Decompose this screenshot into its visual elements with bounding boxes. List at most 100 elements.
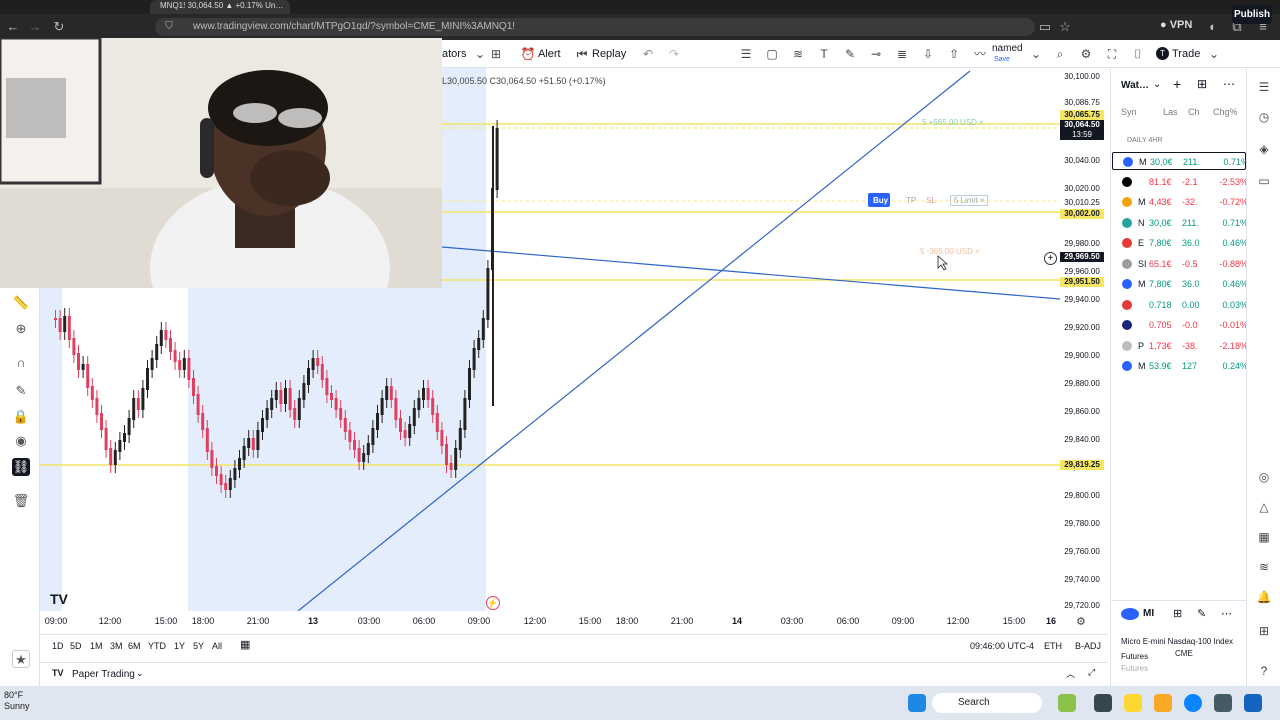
range-button[interactable]: 6M <box>128 641 141 651</box>
range-button[interactable]: All <box>212 641 222 651</box>
zoom-in-icon[interactable]: ⊕ <box>12 320 30 338</box>
layout-icon[interactable]: ⊞ <box>1197 77 1207 91</box>
chevron-down-icon[interactable]: ⌄ <box>1028 46 1044 62</box>
gear-icon[interactable]: ⚙ <box>1076 615 1086 628</box>
trade-button[interactable]: Trade <box>1172 46 1200 62</box>
lock-icon[interactable]: 🔒 <box>12 408 30 426</box>
watchlist-title[interactable]: Wat… <box>1121 80 1149 91</box>
add-order-plus-icon[interactable]: + <box>1044 252 1057 265</box>
session-toggle[interactable]: ETH <box>1044 641 1062 651</box>
search-icon[interactable]: ⌕ <box>1052 46 1068 62</box>
chevron-down-icon[interactable]: ⌄ <box>472 46 488 62</box>
details-symbol[interactable]: MI <box>1143 608 1154 619</box>
more-icon[interactable]: ⋯ <box>1221 607 1232 620</box>
weather-widget[interactable]: 80°F Sunny <box>4 690 30 712</box>
layout-name[interactable]: named <box>992 43 1023 55</box>
pyramid-icon[interactable]: △ <box>1255 498 1273 516</box>
alerts-clock-icon[interactable]: ◷ <box>1255 108 1273 126</box>
section-header[interactable]: DAILY 4HR <box>1127 137 1163 144</box>
range-button[interactable]: YTD <box>148 641 166 651</box>
wallet-icon[interactable]: ◐ <box>1204 18 1222 36</box>
link-icon[interactable]: ⛓ <box>12 458 30 476</box>
range-button[interactable]: 1Y <box>174 641 185 651</box>
edit-icon[interactable]: ✎ <box>1197 607 1206 620</box>
watchlist-row[interactable]: 0.705 -0.0 -0.01% <box>1112 316 1248 334</box>
target-icon[interactable]: ◎ <box>1255 468 1273 486</box>
bell-icon[interactable]: 🔔 <box>1255 588 1273 606</box>
chevron-down-icon[interactable]: ⌄ <box>1153 79 1161 90</box>
app-icon[interactable] <box>1058 694 1076 712</box>
chevron-down-icon[interactable]: ⌄ <box>1206 46 1222 62</box>
fullscreen-icon[interactable]: ⛶ <box>1104 46 1120 62</box>
ruler-icon[interactable]: 📏 <box>12 294 30 312</box>
range-button[interactable]: 3M <box>110 641 123 651</box>
watchlist-row[interactable]: SI 65.1€ -0.5 -0.88% <box>1112 255 1248 273</box>
collapse-up-icon[interactable]: ︿ <box>1066 667 1075 680</box>
alert-button[interactable]: Alert <box>538 46 561 62</box>
watchlist-row[interactable]: M 7,80€ 36.0 0.46% <box>1112 275 1248 293</box>
back-icon[interactable]: ← <box>4 18 22 36</box>
wave-icon[interactable]: 〰 <box>972 46 988 62</box>
maximize-icon[interactable]: ⤢ <box>1088 667 1095 678</box>
chevron-down-icon[interactable]: ⌄ <box>136 668 144 679</box>
chat-icon[interactable]: ▭ <box>1255 172 1273 190</box>
text-tool-icon[interactable]: T <box>816 46 832 62</box>
fib-icon[interactable]: ≋ <box>790 46 806 62</box>
stop-loss-label[interactable]: 5 -365.00 USD × <box>920 247 980 256</box>
range-button[interactable]: 5D <box>70 641 82 651</box>
trade-icon[interactable]: T <box>1156 47 1169 60</box>
more-icon[interactable]: ⋯ <box>1223 77 1235 91</box>
templates-icon[interactable]: ⊞ <box>488 46 504 62</box>
replay-button[interactable]: Replay <box>592 46 626 62</box>
col-change[interactable]: Ch <box>1188 107 1200 117</box>
layout-icon[interactable]: ⊞ <box>1173 607 1182 620</box>
col-change-pct[interactable]: Chg% <box>1213 107 1238 117</box>
pencil-lock-icon[interactable]: ✎ <box>12 382 30 400</box>
watchlist-icon[interactable]: ☰ <box>1255 78 1273 96</box>
clock-readout[interactable]: 09:46:00 UTC-4 <box>970 641 1034 651</box>
save-link[interactable]: Save <box>994 55 1010 64</box>
favorites-star-icon[interactable]: ★ <box>12 650 30 668</box>
hline-tool-icon[interactable]: ⊸ <box>868 46 884 62</box>
undo-icon[interactable]: ↶ <box>640 46 656 62</box>
watchlist-row[interactable]: M 4,43€ -32. -0.72% <box>1112 193 1248 211</box>
bookmark-star-icon[interactable]: ☆ <box>1056 18 1074 36</box>
calendar-icon[interactable]: ▦ <box>240 638 250 651</box>
watchlist-row[interactable]: P 1,73€ -38. -2.18% <box>1112 337 1248 355</box>
lightning-icon[interactable]: ⚡ <box>486 596 500 610</box>
edge-icon[interactable] <box>1184 694 1202 712</box>
stream-icon[interactable]: ≋ <box>1255 558 1273 576</box>
range-button[interactable]: 5Y <box>193 641 204 651</box>
apps-grid-icon[interactable]: ⊞ <box>1255 622 1273 640</box>
watchlist-row[interactable]: 81.1€ -2.1 -2.53% <box>1112 173 1248 191</box>
eye-icon[interactable]: ◉ <box>12 432 30 450</box>
watchlist-row[interactable]: 0.718 0.00 0.03% <box>1112 296 1248 314</box>
taskbar-search[interactable]: Search <box>932 693 1042 713</box>
browser-tab[interactable]: MNQ1! 30,064.50 ▲ +0.17% Un… <box>150 0 290 14</box>
file-explorer-icon[interactable] <box>1154 694 1172 712</box>
address-bar[interactable]: www.tradingview.com/chart/MTPgO1qd/?symb… <box>155 18 1035 36</box>
forward-icon[interactable]: → <box>26 18 44 36</box>
add-symbol-icon[interactable]: + <box>1173 76 1181 92</box>
store-icon[interactable] <box>1214 694 1232 712</box>
site-info-icon[interactable]: ⛉ <box>160 18 178 36</box>
col-last[interactable]: Las <box>1163 107 1178 117</box>
paper-trading-tab[interactable]: Paper Trading <box>72 669 135 680</box>
vpn-badge[interactable]: ● VPN <box>1160 19 1192 31</box>
arrow-up-tool-icon[interactable]: ⇧ <box>946 46 962 62</box>
app-icon[interactable] <box>1244 694 1262 712</box>
buy-order-text[interactable]: Buy <box>873 196 888 205</box>
trash-icon[interactable]: 🗑 <box>12 492 30 510</box>
col-symbol[interactable]: Syn <box>1121 107 1137 117</box>
watchlist-row[interactable]: M 53.9€ 127 0.24% <box>1112 357 1248 375</box>
app-icon[interactable] <box>1124 694 1142 712</box>
tp-button[interactable]: TP <box>906 196 916 205</box>
task-view-icon[interactable] <box>1094 694 1112 712</box>
range-button[interactable]: 1M <box>90 641 103 651</box>
reload-icon[interactable]: ↻ <box>50 18 68 36</box>
limit-order-box[interactable]: 5 Limit × <box>950 195 989 206</box>
gear-icon[interactable]: ⚙ <box>1078 46 1094 62</box>
magnet-icon[interactable]: ∩ <box>12 354 30 372</box>
rect-icon[interactable]: ▢ <box>764 46 780 62</box>
range-button[interactable]: 1D <box>52 641 64 651</box>
